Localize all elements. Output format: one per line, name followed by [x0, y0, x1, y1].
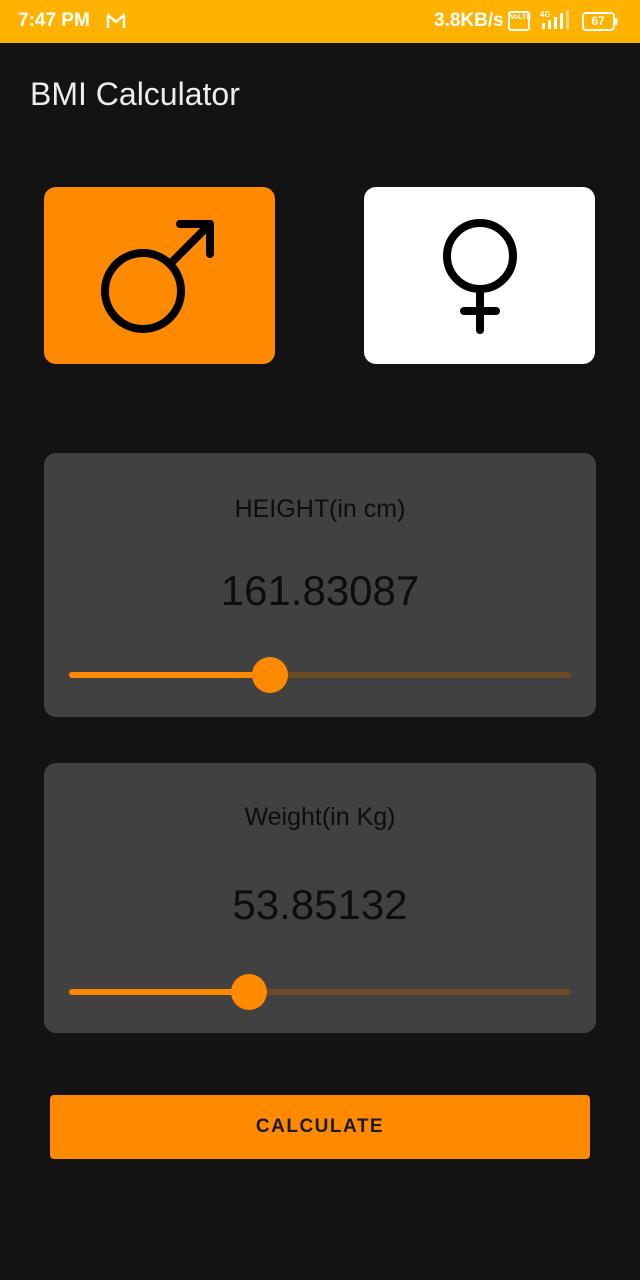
height-slider-fill — [69, 672, 270, 678]
female-card[interactable] — [364, 187, 595, 364]
gmail-notification-icon — [106, 13, 126, 28]
height-value: 161.83087 — [220, 567, 420, 614]
height-slider[interactable] — [69, 655, 571, 695]
weight-slider-fill — [69, 989, 249, 995]
calculate-button[interactable]: CALCULATE — [50, 1095, 590, 1159]
weight-slider-thumb[interactable] — [231, 974, 267, 1010]
height-panel: HEIGHT(in cm) 161.83087 — [44, 453, 596, 717]
weight-panel: Weight(in Kg) 53.85132 — [44, 763, 596, 1033]
weight-value: 53.85132 — [232, 881, 408, 928]
volte-label: VoLTE — [510, 14, 532, 21]
height-label: HEIGHT(in cm) — [234, 495, 406, 523]
app-title: BMI Calculator — [30, 76, 240, 112]
male-symbol-icon — [100, 219, 214, 333]
network-type-label: 4G — [540, 10, 551, 19]
status-time: 7:47 PM — [18, 10, 90, 31]
male-card[interactable] — [44, 187, 275, 364]
status-bar: 7:47 PM 3.8KB/s VoLTE 4G 67 — [0, 0, 640, 43]
height-slider-thumb[interactable] — [252, 657, 288, 693]
weight-slider[interactable] — [69, 972, 571, 1012]
battery-level: 67 — [591, 14, 605, 28]
female-symbol-icon — [442, 218, 517, 334]
weight-label: Weight(in Kg) — [244, 803, 396, 831]
volte-icon: VoLTE — [508, 11, 532, 31]
signal-strength-icon: 4G — [540, 10, 569, 29]
network-speed: 3.8KB/s — [434, 10, 504, 31]
